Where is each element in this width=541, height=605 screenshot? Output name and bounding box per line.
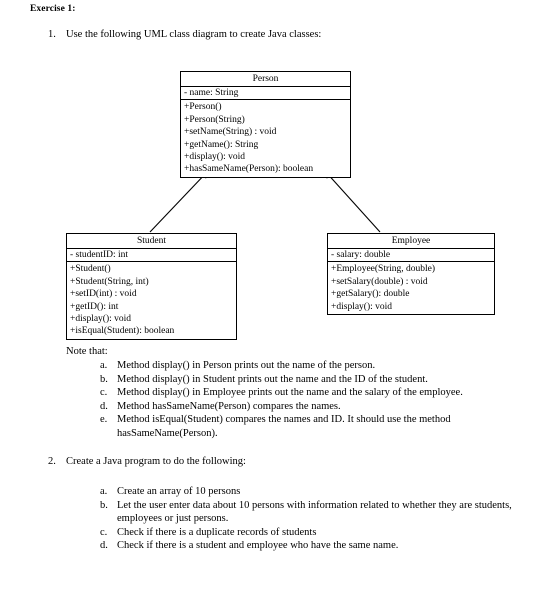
uml-attribute: - salary: double bbox=[331, 250, 391, 260]
uml-operation: +Student(String, int) bbox=[70, 276, 149, 287]
list-item: d. Check if there is a student and emplo… bbox=[100, 539, 530, 553]
list-item: e. Method isEqual(Student) compares the … bbox=[100, 413, 530, 440]
task-1: 1. Use the following UML class diagram t… bbox=[48, 28, 321, 42]
uml-operation: +display(): void bbox=[70, 314, 132, 325]
list-item: d. Method hasSameName(Person) compares t… bbox=[100, 400, 530, 414]
uml-operation: +hasSameName(Person): boolean bbox=[184, 164, 314, 175]
list-item-letter: c. bbox=[100, 526, 108, 538]
list-item: c. Method display() in Employee prints o… bbox=[100, 386, 530, 400]
uml-operation: +Person(String) bbox=[184, 114, 245, 125]
list-item-letter: d. bbox=[100, 400, 108, 412]
task-1-number: 1. bbox=[48, 29, 56, 40]
uml-class-employee-operations: +Employee(String, double) +setSalary(dou… bbox=[328, 262, 494, 314]
exercise-title: Exercise 1: bbox=[30, 4, 76, 14]
list-item-letter: b. bbox=[100, 373, 108, 385]
uml-class-employee-attributes: - salary: double bbox=[328, 249, 494, 263]
uml-operation: +getSalary(): double bbox=[331, 289, 410, 300]
note-header: Note that: bbox=[66, 346, 108, 357]
list-item: b. Method display() in Student prints ou… bbox=[100, 373, 530, 387]
uml-operation: +display(): void bbox=[331, 301, 393, 312]
list-item: a. Method display() in Person prints out… bbox=[100, 359, 530, 373]
list-item-letter: b. bbox=[100, 499, 108, 511]
list-item-text: Method display() in Person prints out th… bbox=[117, 360, 376, 371]
list-item-letter: d. bbox=[100, 540, 108, 552]
uml-attribute: - studentID: int bbox=[70, 250, 129, 260]
uml-class-employee-name: Employee bbox=[328, 234, 494, 249]
uml-operation: +isEqual(Student): boolean bbox=[70, 326, 175, 337]
inheritance-arrow-student-to-person bbox=[149, 170, 209, 233]
task-2-text: Create a Java program to do the followin… bbox=[66, 456, 246, 467]
uml-class-student-name: Student bbox=[67, 234, 236, 249]
list-item-text: Method display() in Employee prints out … bbox=[117, 387, 463, 399]
list-item: c. Check if there is a duplicate records… bbox=[100, 526, 530, 540]
list-item-text: Check if there is a student and employee… bbox=[117, 540, 399, 552]
uml-attribute: - name: String bbox=[184, 88, 239, 98]
list-item-letter: c. bbox=[100, 387, 108, 399]
list-item: b. Let the user enter data about 10 pers… bbox=[100, 499, 530, 526]
uml-class-student-operations: +Student() +Student(String, int) +setID(… bbox=[67, 262, 236, 338]
list-item: a. Create an array of 10 persons bbox=[100, 485, 530, 499]
uml-operation: +setSalary(double) : void bbox=[331, 276, 428, 287]
list-item-text: Let the user enter data about 10 persons… bbox=[117, 499, 512, 525]
task-2-number: 2. bbox=[48, 456, 56, 467]
uml-operation: +Person() bbox=[184, 102, 222, 113]
list-item-text: Method hasSameName(Person) compares the … bbox=[117, 400, 341, 412]
uml-class-person-name: Person bbox=[181, 72, 350, 87]
uml-operation: +Employee(String, double) bbox=[331, 264, 436, 275]
uml-class-student: Student - studentID: int +Student() +Stu… bbox=[66, 233, 237, 340]
uml-operation: +Student() bbox=[70, 264, 111, 275]
uml-class-student-attributes: - studentID: int bbox=[67, 249, 236, 263]
uml-class-employee: Employee - salary: double +Employee(Stri… bbox=[327, 233, 495, 316]
inheritance-arrow-employee-to-person bbox=[324, 170, 381, 233]
list-item-letter: a. bbox=[100, 486, 108, 497]
uml-class-person-operations: +Person() +Person(String) +setName(Strin… bbox=[181, 100, 350, 176]
task-1-text: Use the following UML class diagram to c… bbox=[66, 29, 322, 40]
uml-class-person-attributes: - name: String bbox=[181, 87, 350, 101]
uml-operation: +display(): void bbox=[184, 152, 246, 163]
list-item-letter: e. bbox=[100, 414, 108, 426]
uml-operation: +setID(int) : void bbox=[70, 289, 137, 300]
note-list: a. Method display() in Person prints out… bbox=[100, 359, 530, 441]
task-2: 2. Create a Java program to do the follo… bbox=[48, 455, 246, 469]
list-item-text: Method display() in Student prints out t… bbox=[117, 373, 428, 385]
task-2-list: a. Create an array of 10 persons b. Let … bbox=[100, 485, 530, 553]
list-item-text: Create an array of 10 persons bbox=[117, 486, 241, 497]
list-item-letter: a. bbox=[100, 360, 108, 371]
list-item-text: Check if there is a duplicate records of… bbox=[117, 526, 317, 538]
uml-class-person: Person - name: String +Person() +Person(… bbox=[180, 71, 351, 178]
uml-operation: +getID(): int bbox=[70, 301, 119, 312]
uml-operation: +setName(String) : void bbox=[184, 127, 277, 138]
uml-operation: +getName(): String bbox=[184, 139, 259, 150]
list-item-text: Method isEqual(Student) compares the nam… bbox=[117, 414, 451, 439]
